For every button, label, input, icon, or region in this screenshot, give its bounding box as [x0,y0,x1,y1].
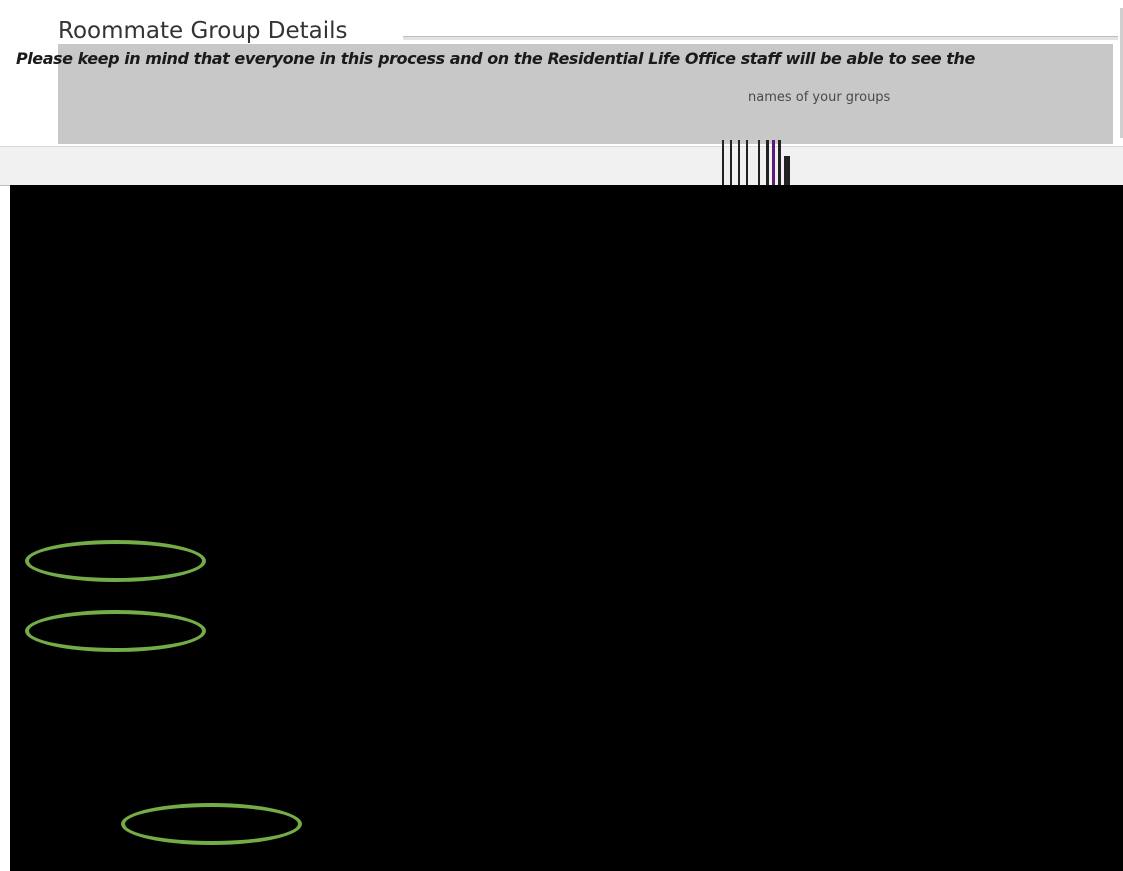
page: Roommate Group Details Please keep in mi… [0,0,1123,871]
render-artifact [700,140,820,186]
highlight-ellipse-3 [121,803,302,845]
section-title: Roommate Group Details [58,18,348,44]
title-divider [403,36,1118,40]
redacted-area [10,185,1123,871]
notice-text-fragment: names of your groups [748,90,891,105]
notice-text: Please keep in mind that everyone in thi… [16,49,975,68]
roommate-group-panel: Roommate Group Details Please keep in mi… [10,0,1123,146]
highlight-ellipse-2 [25,610,206,652]
highlight-ellipse-1 [25,540,206,582]
toolbar-strip [0,146,1123,186]
